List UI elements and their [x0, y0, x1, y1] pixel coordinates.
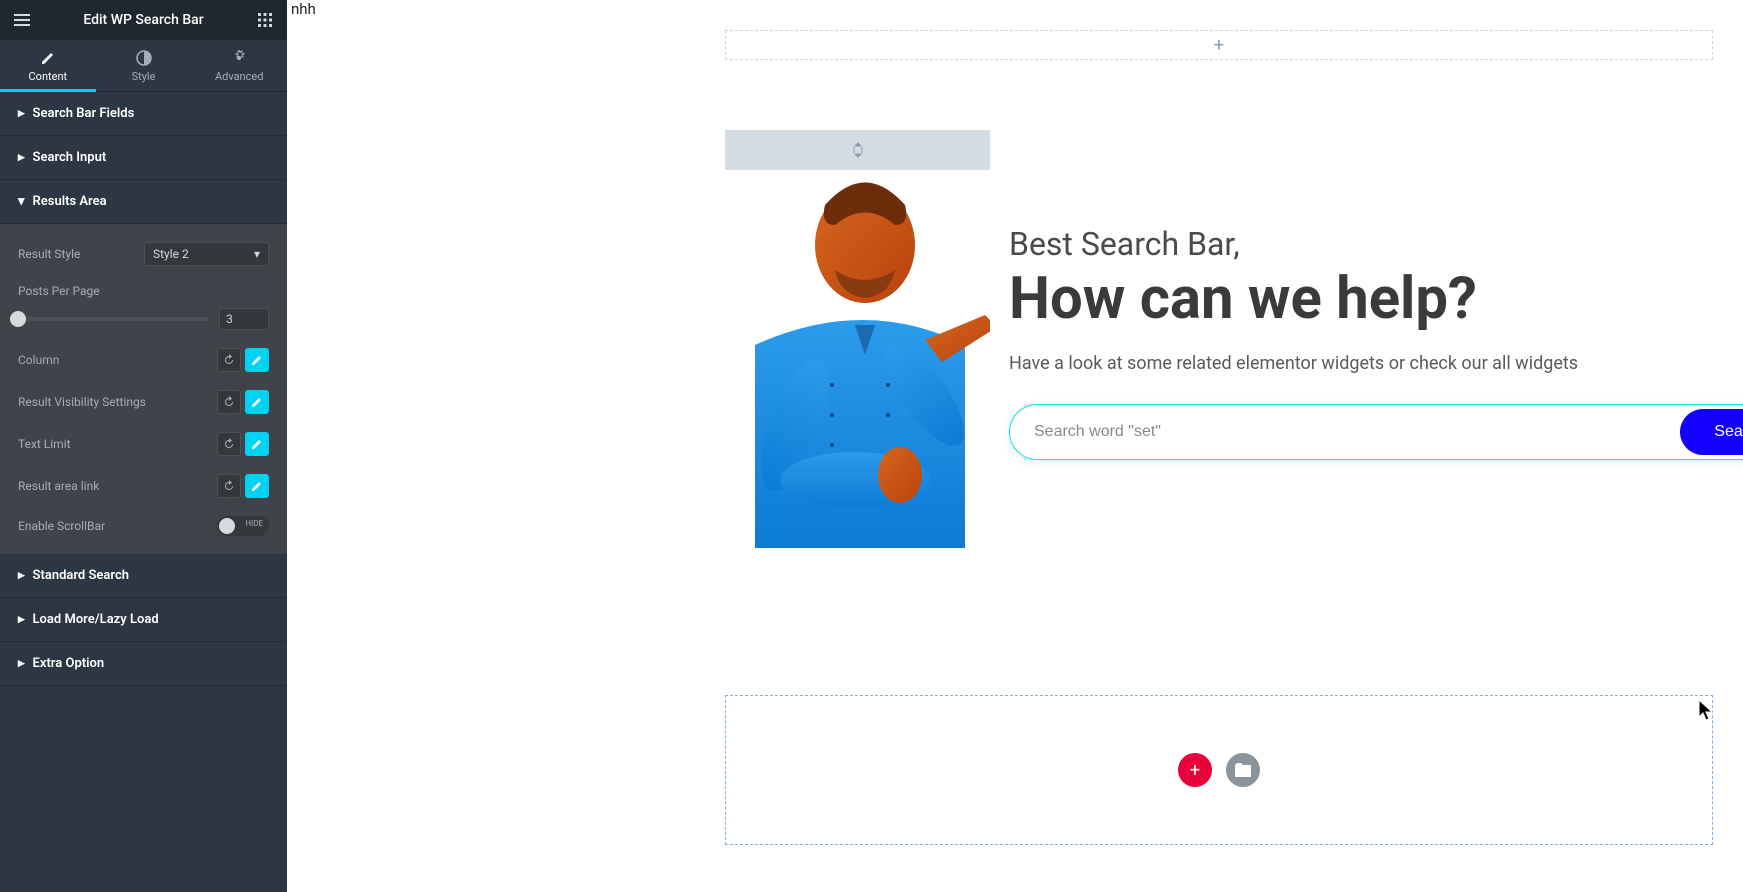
hero-subtitle: Best Search Bar, — [1009, 225, 1713, 263]
preview-canvas: nhh + Best Search Bar — [287, 0, 1743, 892]
slider-thumb[interactable] — [10, 311, 26, 327]
posts-per-page-input[interactable] — [219, 308, 269, 330]
area-link-control: Result area link — [18, 474, 269, 498]
scrollbar-control: Enable ScrollBar HIDE — [18, 516, 269, 536]
column-label: Column — [18, 353, 59, 367]
caret-right-icon: ▸ — [18, 150, 25, 165]
results-area-body: Result Style Style 2 ▾ Posts Per Page — [0, 224, 287, 554]
section-title: Extra Option — [33, 656, 105, 671]
toggle-state: HIDE — [245, 519, 263, 528]
tab-style[interactable]: Style — [96, 40, 192, 91]
reset-icon[interactable] — [217, 474, 241, 498]
folder-icon — [1235, 763, 1251, 777]
section-title: Search Bar Fields — [33, 106, 135, 121]
reset-icon[interactable] — [217, 432, 241, 456]
caret-right-icon: ▸ — [18, 106, 25, 121]
add-section-bottom[interactable]: + — [725, 695, 1713, 845]
edit-icon[interactable] — [245, 474, 269, 498]
caret-down-icon: ▾ — [18, 194, 25, 209]
tab-advanced[interactable]: Advanced — [191, 40, 287, 91]
caret-right-icon: ▸ — [18, 656, 25, 671]
posts-per-page-control: Posts Per Page — [18, 284, 269, 330]
tab-label: Content — [29, 70, 68, 83]
search-button[interactable]: Search — [1680, 409, 1743, 455]
result-style-value: Style 2 — [153, 247, 189, 261]
add-section-top[interactable]: + — [725, 30, 1713, 60]
hero-text: Best Search Bar, How can we help? Have a… — [1009, 225, 1713, 374]
tab-label: Advanced — [215, 70, 263, 83]
person-image — [725, 175, 990, 548]
visibility-control: Result Visibility Settings — [18, 390, 269, 414]
search-input[interactable] — [1014, 409, 1680, 455]
scrollbar-toggle[interactable]: HIDE — [217, 516, 269, 536]
text-limit-control: Text Limit — [18, 432, 269, 456]
tab-label: Style — [132, 70, 156, 83]
search-bar-widget: Search — [1009, 404, 1743, 460]
reset-icon[interactable] — [217, 390, 241, 414]
hero-description: Have a look at some related elementor wi… — [1009, 353, 1713, 374]
sections-container: ▸ Search Bar Fields ▸ Search Input ▾ Res… — [0, 92, 287, 892]
reset-icon[interactable] — [217, 348, 241, 372]
section-search-bar-fields[interactable]: ▸ Search Bar Fields — [0, 92, 287, 136]
stray-text: nhh — [291, 0, 316, 18]
caret-right-icon: ▸ — [18, 612, 25, 627]
chevron-down-icon: ▾ — [254, 247, 260, 261]
posts-per-page-slider[interactable] — [18, 317, 209, 321]
add-widget-button[interactable]: + — [1178, 753, 1212, 787]
section-extra-option[interactable]: ▸ Extra Option — [0, 642, 287, 686]
edit-icon[interactable] — [245, 390, 269, 414]
scrollbar-label: Enable ScrollBar — [18, 519, 105, 533]
cursor-icon — [1699, 700, 1715, 722]
result-style-select[interactable]: Style 2 ▾ — [144, 242, 269, 266]
posts-per-page-label: Posts Per Page — [18, 284, 269, 298]
section-standard-search[interactable]: ▸ Standard Search — [0, 554, 287, 598]
expand-icon — [849, 141, 867, 159]
text-limit-label: Text Limit — [18, 437, 71, 451]
section-title: Search Input — [33, 150, 107, 165]
result-style-control: Result Style Style 2 ▾ — [18, 242, 269, 266]
section-load-more[interactable]: ▸ Load More/Lazy Load — [0, 598, 287, 642]
visibility-label: Result Visibility Settings — [18, 395, 146, 409]
editor-panel: Edit WP Search Bar Content Style Advance… — [0, 0, 287, 892]
column-control: Column — [18, 348, 269, 372]
panel-tabs: Content Style Advanced — [0, 40, 287, 92]
section-search-input[interactable]: ▸ Search Input — [0, 136, 287, 180]
panel-title: Edit WP Search Bar — [36, 12, 251, 28]
section-results-area[interactable]: ▾ Results Area — [0, 180, 287, 224]
edit-icon[interactable] — [245, 432, 269, 456]
template-button[interactable] — [1226, 753, 1260, 787]
section-title: Standard Search — [33, 568, 129, 583]
image-placeholder[interactable] — [725, 130, 990, 170]
tab-content[interactable]: Content — [0, 40, 96, 91]
panel-header: Edit WP Search Bar — [0, 0, 287, 40]
section-title: Results Area — [33, 194, 107, 209]
section-title: Load More/Lazy Load — [33, 612, 159, 627]
plus-icon: + — [1190, 760, 1200, 781]
caret-right-icon: ▸ — [18, 568, 25, 583]
apps-icon[interactable] — [251, 6, 279, 34]
toggle-knob — [219, 518, 235, 534]
plus-icon: + — [1214, 35, 1224, 56]
hero-title: How can we help? — [1009, 265, 1713, 333]
result-style-label: Result Style — [18, 247, 80, 261]
area-link-label: Result area link — [18, 479, 99, 493]
menu-icon[interactable] — [8, 6, 36, 34]
edit-icon[interactable] — [245, 348, 269, 372]
